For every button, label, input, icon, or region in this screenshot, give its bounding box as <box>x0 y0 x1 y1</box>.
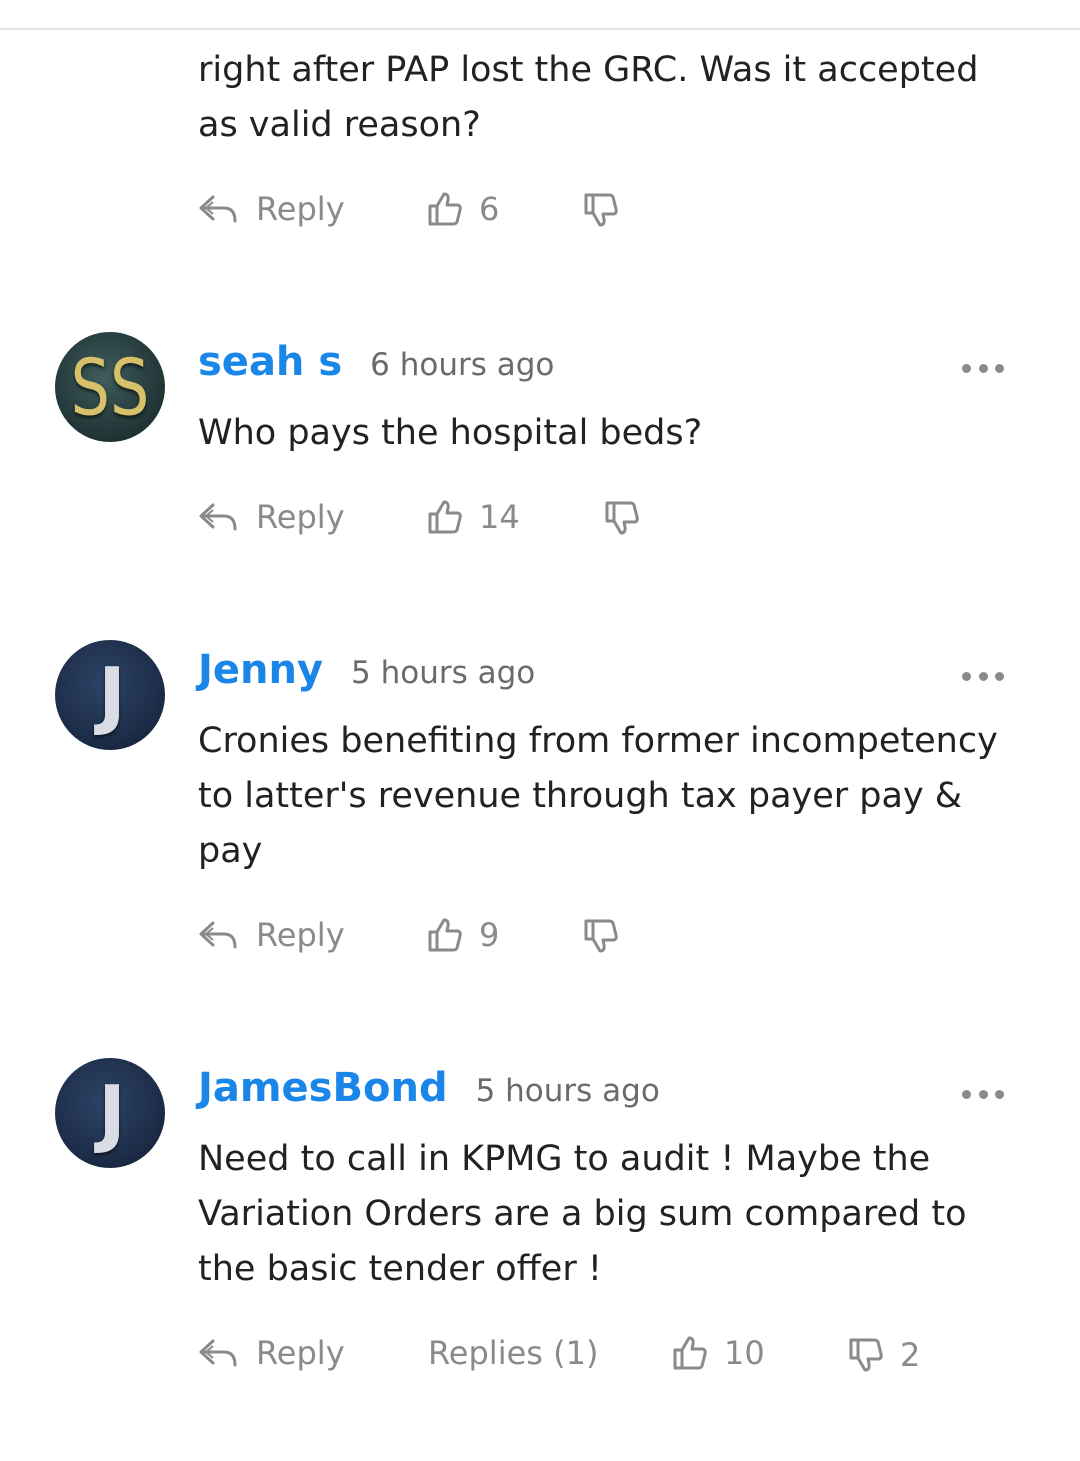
reply-label: Reply <box>256 498 345 536</box>
author-name[interactable]: Jenny <box>198 647 323 693</box>
avatar-initials: J <box>98 652 125 738</box>
downvote-button[interactable] <box>604 500 640 536</box>
avatar[interactable]: SS <box>55 332 165 442</box>
thumbs-up-icon <box>428 192 462 226</box>
avatar[interactable]: J <box>55 1058 165 1168</box>
more-options-icon[interactable] <box>962 672 1004 682</box>
reply-button[interactable]: Reply <box>198 498 345 536</box>
upvote-count: 10 <box>724 1334 765 1372</box>
upvote-button[interactable]: 10 <box>672 1334 765 1372</box>
upvote-button[interactable]: 6 <box>427 190 499 228</box>
thumbs-up-icon <box>428 500 462 534</box>
upvote-button[interactable]: 9 <box>427 916 499 954</box>
timestamp: 6 hours ago <box>370 347 555 383</box>
upvote-button[interactable]: 14 <box>427 498 520 536</box>
downvote-count: 2 <box>900 1336 921 1374</box>
downvote-button[interactable]: 2 <box>848 1336 920 1374</box>
reply-icon <box>199 503 237 531</box>
upvote-count: 14 <box>479 498 520 536</box>
view-replies-button[interactable]: Replies (1) <box>428 1334 598 1372</box>
comment-header: Jenny 5 hours ago <box>198 647 535 693</box>
comment-text: right after PAP lost the GRC. Was it acc… <box>198 50 979 145</box>
thumbs-down-icon <box>605 501 639 535</box>
thumbs-down-icon <box>584 919 618 953</box>
comment-text: Need to call in KPMG to audit ! Maybe th… <box>198 1139 967 1289</box>
downvote-button[interactable] <box>583 192 619 228</box>
reply-icon <box>199 1339 237 1367</box>
comment-header: JamesBond 5 hours ago <box>198 1065 660 1111</box>
timestamp: 5 hours ago <box>475 1073 660 1109</box>
reply-label: Reply <box>256 916 345 954</box>
comment-text: Who pays the hospital beds? <box>198 413 703 453</box>
downvote-button[interactable] <box>583 918 619 954</box>
reply-button[interactable]: Reply <box>198 1334 345 1372</box>
thumbs-down-icon <box>849 1338 883 1372</box>
author-name[interactable]: seah s <box>198 339 342 385</box>
comment-header: seah s 6 hours ago <box>198 339 554 385</box>
more-options-icon[interactable] <box>962 364 1004 374</box>
reply-button[interactable]: Reply <box>198 190 345 228</box>
timestamp: 5 hours ago <box>351 655 536 691</box>
reply-icon <box>199 921 237 949</box>
reply-icon <box>199 195 237 223</box>
avatar[interactable]: J <box>55 640 165 750</box>
more-options-icon[interactable] <box>962 1090 1004 1100</box>
thumbs-down-icon <box>584 193 618 227</box>
avatar-initials: J <box>98 1070 125 1156</box>
top-divider <box>0 28 1080 30</box>
thumbs-up-icon <box>673 1336 707 1370</box>
author-name[interactable]: JamesBond <box>198 1065 448 1111</box>
upvote-count: 9 <box>479 916 500 954</box>
replies-label: Replies (1) <box>428 1334 599 1372</box>
avatar-initials: SS <box>70 341 150 433</box>
reply-button[interactable]: Reply <box>198 916 345 954</box>
thumbs-up-icon <box>428 918 462 952</box>
reply-label: Reply <box>256 1334 345 1372</box>
reply-label: Reply <box>256 190 345 228</box>
upvote-count: 6 <box>479 190 500 228</box>
comment-text: Cronies benefiting from former incompete… <box>198 721 998 871</box>
